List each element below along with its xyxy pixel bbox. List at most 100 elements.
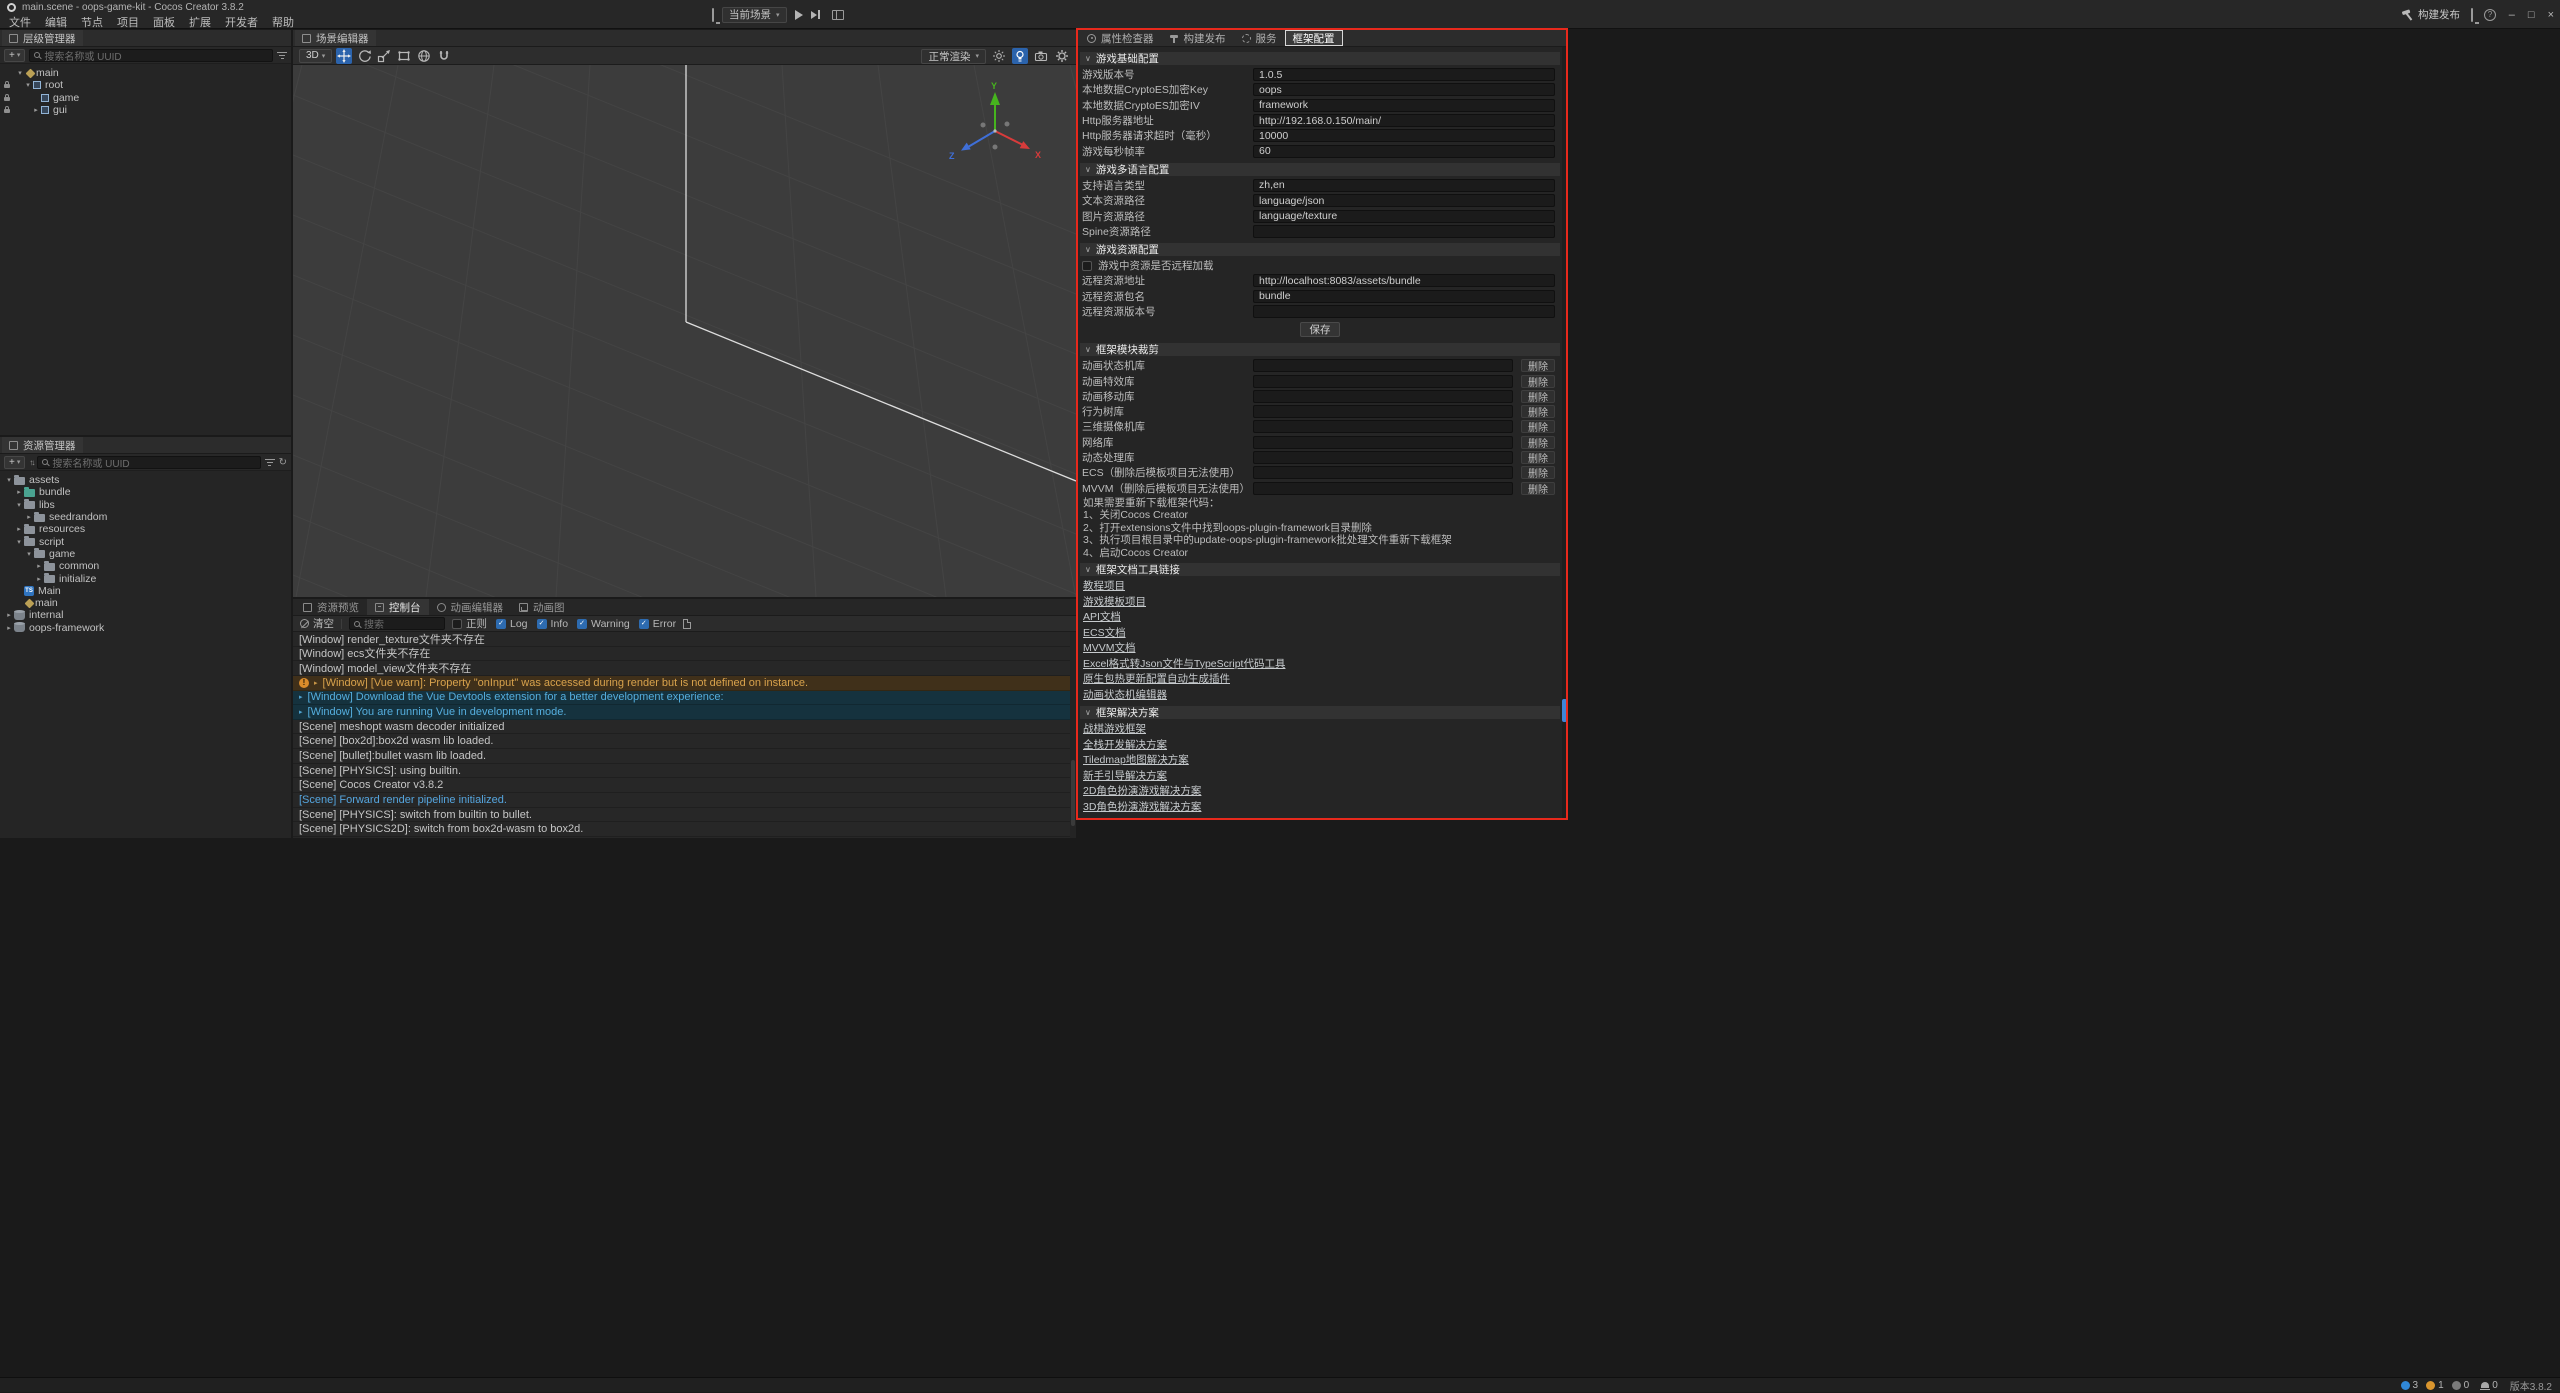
snap-settings-icon[interactable] (436, 48, 452, 64)
mode-3d-button[interactable]: 3D▾ (299, 49, 332, 63)
expand-arrow-icon[interactable]: ▸ (299, 708, 303, 716)
console-filter[interactable]: Log (496, 618, 528, 630)
delete-module-button[interactable]: 删除 (1521, 451, 1555, 464)
lock-icon[interactable] (4, 97, 10, 101)
clear-console-button[interactable]: 清空 (300, 616, 334, 631)
inspector-tab[interactable]: 构建发布 (1163, 31, 1233, 45)
log-row[interactable]: ▸ [Scene] Forward render pipeline initia… (293, 793, 1076, 808)
solution-link[interactable]: 2D角色扮演游戏解决方案 (1083, 783, 1201, 798)
field-input[interactable]: bundle (1253, 290, 1555, 303)
delete-module-button[interactable]: 删除 (1521, 436, 1555, 449)
log-row[interactable]: ▸ [Scene] meshopt wasm decoder initializ… (293, 720, 1076, 735)
doc-link[interactable]: 教程项目 (1083, 578, 1125, 593)
hierarchy-search-input[interactable]: 搜索名称或 UUID (29, 49, 273, 62)
expand-arrow-icon[interactable]: ▸ (31, 106, 41, 114)
delete-module-button[interactable]: 删除 (1521, 375, 1555, 388)
rotate-tool-button[interactable] (356, 48, 372, 64)
log-counter[interactable]: 1 (2426, 1380, 2444, 1391)
scene-select[interactable]: 当前场景 ▾ (722, 7, 787, 23)
notification-counter[interactable]: 0 (2481, 1380, 2498, 1391)
field-input[interactable]: language/texture (1253, 210, 1555, 223)
console-filter[interactable]: Info (537, 618, 569, 630)
asset-node-row[interactable]: ▾ assets (0, 474, 291, 486)
expand-arrow-icon[interactable]: ▸ (34, 562, 44, 570)
section-language-header[interactable]: ∨ 游戏多语言配置 (1080, 163, 1560, 176)
solution-link[interactable]: 新手引导解决方案 (1083, 768, 1167, 783)
console-tab[interactable]: 资源预览 (295, 599, 367, 615)
create-asset-button[interactable]: +▾ (4, 456, 25, 469)
section-basic-header[interactable]: ∨ 游戏基础配置 (1080, 52, 1560, 65)
expand-arrow-icon[interactable]: ▸ (14, 525, 24, 533)
doc-link[interactable]: MVVM文档 (1083, 640, 1136, 655)
asset-node-row[interactable]: ▸ common (0, 560, 291, 572)
section-modules-header[interactable]: ∨ 框架模块裁剪 (1080, 343, 1560, 356)
expand-arrow-icon[interactable]: ▸ (24, 513, 34, 521)
asset-node-row[interactable]: ▸ oops-framework (0, 622, 291, 634)
lock-icon[interactable] (4, 84, 10, 88)
delete-module-button[interactable]: 删除 (1521, 390, 1555, 403)
field-input[interactable]: oops (1253, 83, 1555, 96)
menu-item[interactable]: 项目 (110, 14, 146, 30)
preview-platform-icon[interactable] (712, 9, 714, 21)
hierarchy-node-row[interactable]: ▾ main (0, 67, 291, 79)
field-input[interactable]: http://192.168.0.150/main/ (1253, 114, 1555, 127)
lock-icon[interactable] (4, 109, 10, 113)
inspector-tab[interactable]: 服务 (1235, 31, 1284, 45)
section-solutions-header[interactable]: ∨ 框架解决方案 (1080, 706, 1560, 719)
doc-link[interactable]: API文档 (1083, 609, 1121, 624)
filter-checkbox[interactable] (639, 619, 649, 629)
save-button[interactable]: 保存 (1300, 322, 1340, 337)
expand-arrow-icon[interactable]: ▾ (14, 538, 24, 546)
filter-checkbox[interactable] (496, 619, 506, 629)
hierarchy-node-row[interactable]: game (0, 92, 291, 104)
scene-tab[interactable]: 场景编辑器 (295, 30, 376, 46)
field-input[interactable]: zh,en (1253, 179, 1555, 192)
menu-item[interactable]: 面板 (146, 14, 182, 30)
maximize-button[interactable]: □ (2528, 9, 2535, 21)
console-search-input[interactable]: 搜索 (349, 617, 445, 630)
console-scrollbar[interactable] (1070, 632, 1076, 838)
field-input[interactable] (1253, 305, 1555, 318)
filter-checkbox[interactable] (452, 619, 462, 629)
hierarchy-node-row[interactable]: ▾ root (0, 79, 291, 91)
log-row[interactable]: ▸ [Window] You are running Vue in develo… (293, 705, 1076, 720)
menu-item[interactable]: 帮助 (265, 14, 301, 30)
asset-node-row[interactable]: Main (0, 585, 291, 597)
assets-search-input[interactable]: 搜索名称或 UUID (37, 456, 260, 469)
filter-icon[interactable] (277, 52, 287, 59)
field-input[interactable]: 1.0.5 (1253, 68, 1555, 81)
layout-icon[interactable] (832, 10, 844, 20)
build-publish-button[interactable]: 构建发布 (2401, 7, 2460, 22)
console-tab[interactable]: 动画编辑器 (429, 599, 512, 615)
rect-tool-button[interactable] (396, 48, 412, 64)
log-row[interactable]: ▸ [Window] render_texture文件夹不存在 (293, 632, 1076, 647)
expand-arrow-icon[interactable]: ▾ (15, 69, 25, 77)
doc-link[interactable]: 动画状态机编辑器 (1083, 687, 1167, 702)
asset-node-row[interactable]: ▸ seedrandom (0, 511, 291, 523)
log-row[interactable]: ▸ [Scene] Cocos Creator v3.8.2 (293, 778, 1076, 793)
expand-arrow-icon[interactable]: ▾ (14, 501, 24, 509)
section-resource-header[interactable]: ∨ 游戏资源配置 (1080, 243, 1560, 256)
log-row[interactable]: ▸ [Window] Download the Vue Devtools ext… (293, 691, 1076, 706)
remote-load-checkbox[interactable] (1082, 261, 1092, 271)
render-mode-select[interactable]: 正常渲染 ▾ (921, 49, 986, 64)
doc-link[interactable]: 游戏模板项目 (1083, 594, 1146, 609)
field-input[interactable]: language/json (1253, 194, 1555, 207)
field-input[interactable]: http://localhost:8083/assets/bundle (1253, 274, 1555, 287)
log-row[interactable]: ▸ [Scene] [PHYSICS2D]: switch from box2d… (293, 822, 1076, 837)
expand-arrow-icon[interactable]: ▸ (314, 679, 318, 687)
log-counter[interactable]: 0 (2452, 1380, 2470, 1391)
inspector-tab[interactable]: 属性检查器 (1080, 31, 1161, 45)
log-row[interactable]: ▸ [Window] ecs文件夹不存在 (293, 647, 1076, 662)
log-row[interactable]: ▸ [Scene] [PHYSICS]: switch from builtin… (293, 808, 1076, 823)
sun-icon[interactable] (991, 48, 1007, 64)
step-button[interactable] (811, 10, 820, 19)
delete-module-button[interactable]: 删除 (1521, 405, 1555, 418)
field-input[interactable]: 60 (1253, 145, 1555, 158)
asset-node-row[interactable]: main (0, 597, 291, 609)
solution-link[interactable]: Tiledmap地图解决方案 (1083, 752, 1189, 767)
axis-gizmo[interactable]: Y X Z (940, 79, 1050, 179)
menu-item[interactable]: 文件 (2, 14, 38, 30)
log-counter[interactable]: 3 (2401, 1380, 2419, 1391)
log-row[interactable]: ▸ [Scene] [box2d]:box2d wasm lib loaded. (293, 734, 1076, 749)
